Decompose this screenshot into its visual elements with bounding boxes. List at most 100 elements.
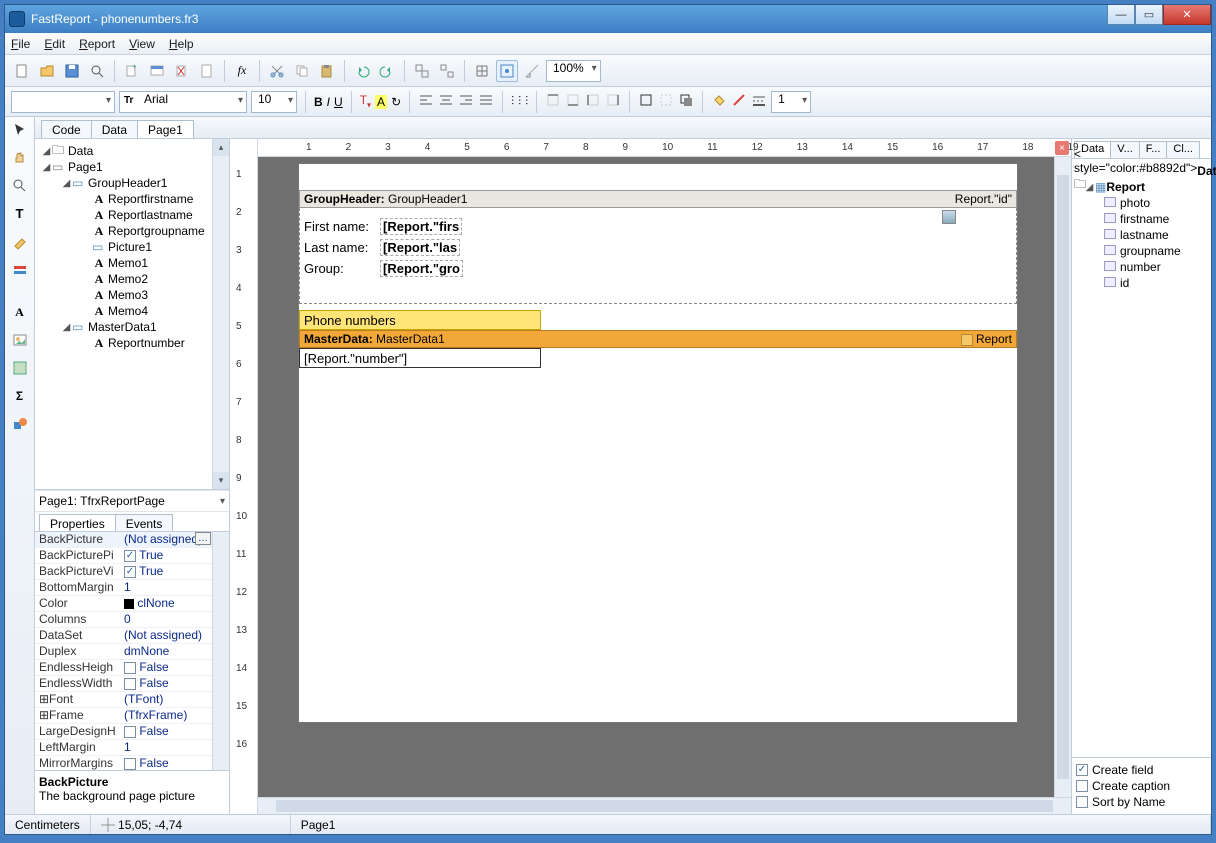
tab-page1[interactable]: Page1 xyxy=(137,120,194,138)
highlight-button[interactable]: A xyxy=(375,95,387,109)
property-row[interactable]: MirrorMargins False xyxy=(35,756,229,770)
property-row[interactable]: BottomMargin1 xyxy=(35,580,229,596)
underline-button[interactable]: U xyxy=(334,95,343,109)
maximize-button[interactable]: ▭ xyxy=(1135,5,1163,25)
phone-header-memo[interactable]: Phone numbers xyxy=(299,310,541,330)
property-row[interactable]: LargeDesignH False xyxy=(35,724,229,740)
property-row[interactable]: BackPicture(Not assigned) xyxy=(35,532,229,548)
data-field[interactable]: number xyxy=(1074,259,1209,275)
frame-none-button[interactable] xyxy=(658,92,674,111)
tree-item[interactable]: AMemo1 xyxy=(37,255,227,271)
select-tool[interactable] xyxy=(9,119,31,141)
design-surface[interactable]: GroupHeader: GroupHeader1 Report."id" Fi… xyxy=(258,157,1054,797)
new-button[interactable] xyxy=(11,60,33,82)
data-field[interactable]: photo xyxy=(1074,195,1209,211)
data-field[interactable]: firstname xyxy=(1074,211,1209,227)
property-row[interactable]: ⊞Frame(TfrxFrame) xyxy=(35,708,229,724)
tree-item[interactable]: AReportfirstname xyxy=(37,191,227,207)
canvas-hscroll[interactable] xyxy=(258,797,1071,814)
insert-subreport[interactable] xyxy=(9,357,31,379)
align-center-button[interactable] xyxy=(438,92,454,111)
data-field[interactable]: id xyxy=(1074,275,1209,291)
text-tool[interactable]: T xyxy=(9,203,31,225)
frame-bottom-button[interactable] xyxy=(565,92,581,111)
groupheader-band-body[interactable]: First name:[Report."firsLast name:[Repor… xyxy=(299,208,1017,304)
style-combo[interactable] xyxy=(11,91,115,113)
opt-sort-by-name[interactable]: Sort by Name xyxy=(1072,794,1211,810)
frame-shadow-button[interactable] xyxy=(678,92,694,111)
tree-item[interactable]: AReportlastname xyxy=(37,207,227,223)
open-button[interactable] xyxy=(36,60,58,82)
redo-button[interactable] xyxy=(376,60,398,82)
tab-events[interactable]: Events xyxy=(115,514,174,531)
frame-left-button[interactable] xyxy=(585,92,601,111)
close-button[interactable]: ✕ xyxy=(1163,5,1211,25)
snap-grid-button[interactable] xyxy=(496,60,518,82)
variables-button[interactable]: fx xyxy=(231,60,253,82)
report-page[interactable]: GroupHeader: GroupHeader1 Report."id" Fi… xyxy=(298,163,1018,723)
paste-button[interactable] xyxy=(316,60,338,82)
property-row[interactable]: Color clNone xyxy=(35,596,229,612)
scale-button[interactable] xyxy=(521,60,543,82)
number-memo[interactable]: [Report."number"] xyxy=(299,348,541,368)
tree-item[interactable]: AReportgroupname xyxy=(37,223,227,239)
property-grid[interactable]: BackPicture(Not assigned)BackPicturePi T… xyxy=(35,532,229,770)
fill-color-button[interactable] xyxy=(711,92,727,111)
save-button[interactable] xyxy=(61,60,83,82)
close-ruler-icon[interactable]: × xyxy=(1055,141,1069,155)
menu-file[interactable]: File xyxy=(11,37,30,51)
report-tree[interactable]: ▴▾ ◢🗀Data ◢▭Page1 ◢▭GroupHeader1 AReport… xyxy=(35,139,229,490)
frame-all-button[interactable] xyxy=(638,92,654,111)
object-selector[interactable]: Page1: TfrxReportPage xyxy=(35,490,229,512)
align-bottom-button[interactable]: ⫶ xyxy=(525,94,528,109)
menu-report[interactable]: Report xyxy=(79,37,115,51)
data-field[interactable]: lastname xyxy=(1074,227,1209,243)
zoom-select[interactable]: 100% xyxy=(546,60,601,82)
font-color-button[interactable]: T▾ xyxy=(360,93,371,109)
frame-color-button[interactable] xyxy=(731,92,747,111)
opt-create-caption[interactable]: Create caption xyxy=(1072,778,1211,794)
tree-item[interactable]: AMemo3 xyxy=(37,287,227,303)
preview-button[interactable] xyxy=(86,60,108,82)
group-button[interactable] xyxy=(411,60,433,82)
band-tool[interactable] xyxy=(9,259,31,281)
property-row[interactable]: BackPictureVi True xyxy=(35,564,229,580)
align-middle-button[interactable]: ⫶ xyxy=(518,94,521,109)
menu-edit[interactable]: Edit xyxy=(44,37,65,51)
align-justify-button[interactable] xyxy=(478,92,494,111)
align-left-button[interactable] xyxy=(418,92,434,111)
ungroup-button[interactable] xyxy=(436,60,458,82)
page-settings-button[interactable] xyxy=(196,60,218,82)
tree-item[interactable]: AMemo2 xyxy=(37,271,227,287)
tab-properties[interactable]: Properties xyxy=(39,514,116,531)
property-row[interactable]: DuplexdmNone xyxy=(35,644,229,660)
property-row[interactable]: BackPicturePi True xyxy=(35,548,229,564)
property-row[interactable]: DataSet(Not assigned) xyxy=(35,628,229,644)
canvas-vscroll[interactable] xyxy=(1054,157,1071,797)
frame-top-button[interactable] xyxy=(545,92,561,111)
grid-button[interactable] xyxy=(471,60,493,82)
minimize-button[interactable]: — xyxy=(1107,5,1135,25)
property-row[interactable]: LeftMargin1 xyxy=(35,740,229,756)
data-field[interactable]: groupname xyxy=(1074,243,1209,259)
insert-picture[interactable] xyxy=(9,329,31,351)
font-size-combo[interactable]: 10 xyxy=(251,91,297,113)
zoom-tool[interactable] xyxy=(9,175,31,197)
delete-page-button[interactable] xyxy=(171,60,193,82)
format-tool[interactable] xyxy=(9,231,31,253)
tree-item[interactable]: AMemo4 xyxy=(37,303,227,319)
align-right-button[interactable] xyxy=(458,92,474,111)
tab-data[interactable]: Data xyxy=(91,120,138,138)
cut-button[interactable] xyxy=(266,60,288,82)
groupheader-band-header[interactable]: GroupHeader: GroupHeader1 Report."id" xyxy=(299,190,1017,208)
insert-sysmemo[interactable]: Σ xyxy=(9,385,31,407)
picture-placeholder[interactable] xyxy=(942,210,956,224)
tree-item[interactable]: ▭Picture1 xyxy=(37,239,227,255)
tab-code[interactable]: Code xyxy=(41,120,92,138)
new-dialog-button[interactable] xyxy=(146,60,168,82)
insert-shape[interactable] xyxy=(9,413,31,435)
property-row[interactable]: EndlessHeigh False xyxy=(35,660,229,676)
frame-right-button[interactable] xyxy=(605,92,621,111)
menu-help[interactable]: Help xyxy=(169,37,194,51)
hand-tool[interactable] xyxy=(9,147,31,169)
